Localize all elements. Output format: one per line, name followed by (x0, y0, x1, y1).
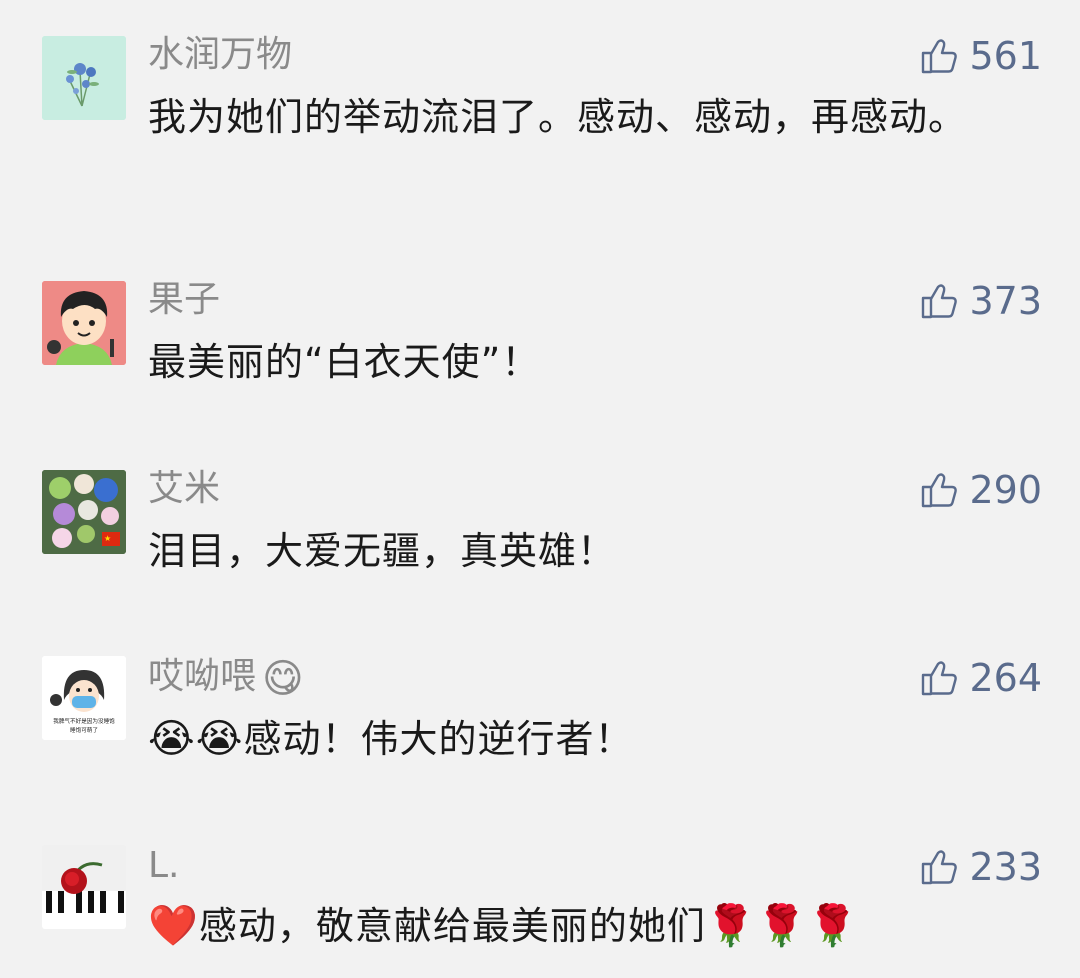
thumbs-up-icon[interactable] (919, 470, 959, 510)
nickname[interactable]: 艾米 (148, 467, 220, 511)
cartoon-boy-icon (42, 281, 126, 365)
avatar[interactable] (42, 845, 126, 929)
like-count: 290 (969, 468, 1042, 512)
nickname[interactable]: L. (148, 844, 180, 888)
thumbs-up-icon[interactable] (919, 36, 959, 76)
nickname-text[interactable]: 艾米 (148, 468, 220, 509)
nickname-text[interactable]: 果子 (148, 279, 220, 320)
like-button[interactable]: 373 (919, 279, 1042, 323)
comment-item: 水润万物 561 我为她们的举动流泪了。感动、感动，再感动。 (0, 0, 1080, 230)
comment-item: 果子 373 最美丽的“白衣天使”！ (0, 230, 1080, 420)
rose-emoji: 🌹🌹🌹 (705, 903, 859, 949)
avatar[interactable] (42, 281, 126, 365)
nickname[interactable]: 哎呦喂 😋 (148, 655, 304, 701)
nickname-text[interactable]: 哎呦喂 (148, 656, 256, 697)
thumbs-up-icon[interactable] (919, 281, 959, 321)
comment-text: 泪目，大爱无疆，真英雄！ (148, 529, 617, 573)
red-heart-emoji: ❤️ (148, 903, 199, 949)
avatar[interactable]: 我脾气不好是因为没睡饱 睡饱可萌了 (42, 656, 126, 740)
comment-item: L. 233 ❤️感动，敬意献给最美丽的她们🌹🌹🌹 (0, 800, 1080, 978)
comment-item: ★ 艾米 290 泪目，大爱无疆，真英雄！ (0, 420, 1080, 610)
yum-face-emoji: 😋 (262, 656, 304, 702)
avatar[interactable] (42, 36, 126, 120)
nickname-text[interactable]: L. (148, 845, 180, 886)
crying-face-emoji: 😭😭 (148, 716, 244, 762)
like-button[interactable]: 264 (919, 656, 1042, 700)
like-button[interactable]: 233 (919, 845, 1042, 889)
comment-text: ❤️感动，敬意献给最美丽的她们🌹🌹🌹 (148, 903, 859, 949)
svg-text:★: ★ (104, 534, 111, 543)
comment-text: 我为她们的举动流泪了。感动、感动，再感动。 (148, 95, 968, 139)
nickname-text[interactable]: 水润万物 (148, 34, 292, 75)
comment-text: 最美丽的“白衣天使”！ (148, 340, 541, 384)
comment-item: 我脾气不好是因为没睡饱 睡饱可萌了 哎呦喂 😋 264 😭😭感动！伟大的逆行者！ (0, 610, 1080, 800)
like-button[interactable]: 561 (919, 34, 1042, 78)
avatar-caption: 睡饱可萌了 (70, 726, 98, 734)
flower-bouquet-icon: ★ (42, 470, 126, 554)
comment-text: 😭😭感动！伟大的逆行者！ (148, 716, 634, 762)
like-count: 233 (969, 845, 1042, 889)
like-button[interactable]: 290 (919, 468, 1042, 512)
like-count: 264 (969, 656, 1042, 700)
avatar[interactable]: ★ (42, 470, 126, 554)
rose-piano-icon (42, 845, 126, 929)
blue-flower-icon (42, 36, 126, 120)
thumbs-up-icon[interactable] (919, 658, 959, 698)
masked-girl-icon: 我脾气不好是因为没睡饱 睡饱可萌了 (42, 656, 126, 740)
nickname[interactable]: 水润万物 (148, 33, 292, 77)
thumbs-up-icon[interactable] (919, 847, 959, 887)
nickname[interactable]: 果子 (148, 278, 220, 322)
like-count: 561 (969, 34, 1042, 78)
like-count: 373 (969, 279, 1042, 323)
avatar-caption: 我脾气不好是因为没睡饱 (53, 717, 115, 725)
